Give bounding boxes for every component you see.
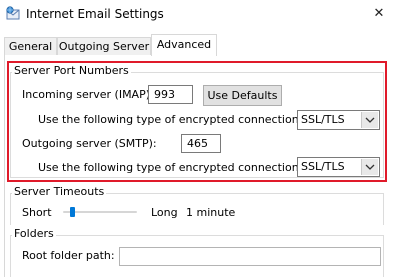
incoming-encryption-select[interactable]: SSL/TLS [297, 110, 380, 130]
outgoing-encryption-label: Use the following type of encrypted conn… [38, 161, 303, 174]
timeout-value: 1 minute [186, 206, 236, 219]
incoming-encryption-value: SSL/TLS [301, 113, 345, 126]
timeout-long-label: Long [151, 206, 178, 219]
outgoing-encryption-value: SSL/TLS [301, 160, 345, 173]
chevron-down-icon [361, 112, 378, 128]
root-folder-label: Root folder path: [22, 249, 115, 262]
incoming-port-input[interactable]: 993 [148, 85, 193, 104]
outgoing-server-label: Outgoing server (SMTP): [22, 137, 157, 150]
tab-advanced[interactable]: Advanced [151, 34, 217, 56]
chevron-down-icon [361, 159, 378, 175]
timeout-slider-thumb[interactable] [69, 207, 75, 217]
server-port-numbers-label: Server Port Numbers [12, 64, 131, 77]
outgoing-encryption-select[interactable]: SSL/TLS [297, 157, 380, 177]
envelope-globe-icon [6, 6, 20, 22]
outgoing-port-input[interactable]: 465 [181, 134, 221, 153]
root-folder-input[interactable] [119, 247, 381, 266]
timeout-short-label: Short [22, 206, 52, 219]
tab-general[interactable]: General [4, 37, 57, 55]
folders-label: Folders [12, 227, 56, 240]
incoming-server-label: Incoming server (IMAP): [22, 88, 154, 101]
title-bar: Internet Email Settings ✕ [0, 0, 393, 30]
use-defaults-button[interactable]: Use Defaults [203, 85, 282, 106]
incoming-encryption-label: Use the following type of encrypted conn… [38, 113, 303, 126]
server-timeouts-label: Server Timeouts [12, 185, 107, 198]
close-icon[interactable]: ✕ [366, 2, 392, 26]
tab-outgoing-server[interactable]: Outgoing Server [57, 37, 151, 55]
internet-email-settings-window: Internet Email Settings ✕ General Outgoi… [0, 0, 393, 277]
window-title: Internet Email Settings [26, 7, 164, 21]
